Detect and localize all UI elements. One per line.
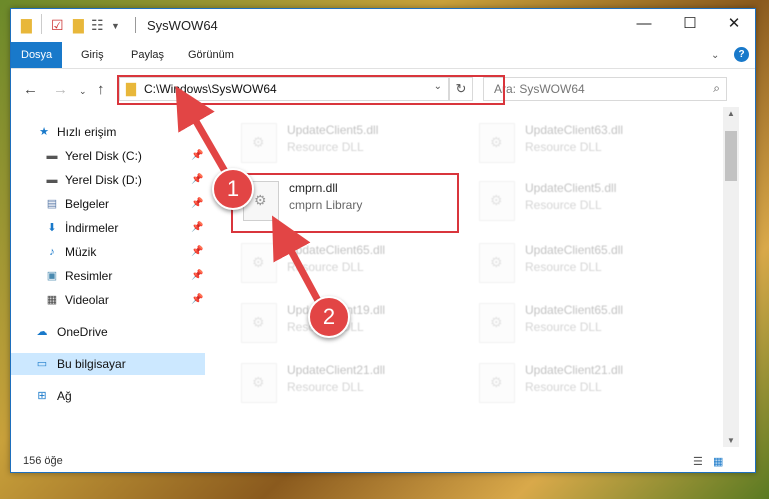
arrow-to-file [272,215,326,310]
step-2-badge: 2 [308,296,350,338]
annotation-arrows [175,85,326,310]
arrow-to-address [175,85,234,182]
step-1-badge: 1 [212,168,254,210]
